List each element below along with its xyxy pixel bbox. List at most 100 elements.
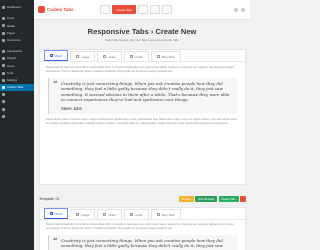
audio-icon	[130, 55, 134, 59]
sidebar-item-label: Appearance	[7, 49, 23, 54]
tab-image[interactable]: Image	[70, 51, 96, 61]
tab-label: Map Tabs	[161, 212, 175, 217]
video-icon	[103, 55, 107, 59]
sidebar-item-label: Custom Tabs	[7, 85, 24, 90]
quote-icon: “	[53, 78, 58, 89]
nav-button[interactable]	[138, 5, 149, 14]
tab-bar: Word Image Video Audio Map Tabs	[40, 50, 245, 62]
tab-label: Word	[55, 53, 63, 58]
tab-paragraph: Suspendisse potenti. Aliquam rutrum magn…	[46, 117, 238, 125]
page-icon	[2, 31, 5, 35]
sidebar-item-label: Settings	[7, 77, 18, 82]
tab-image[interactable]: Image	[70, 209, 96, 219]
tab-label: Image	[81, 212, 90, 217]
quote-icon: “	[53, 235, 58, 246]
comment-icon	[2, 38, 5, 42]
brush-icon	[2, 50, 5, 54]
tab-label: Audio	[135, 54, 143, 59]
tab-paragraph: Breeze tabrello Hell mini commodo in cur…	[46, 223, 235, 230]
template-actions: Preview Edit Template Create Tabs	[177, 196, 246, 202]
logo-icon	[38, 6, 45, 13]
sidebar-item-pages[interactable]: Pages	[0, 30, 34, 37]
notification-icon[interactable]	[241, 7, 245, 12]
sidebar-item-label: Pages	[7, 30, 15, 35]
delete-button[interactable]	[240, 196, 246, 202]
nav-button[interactable]	[99, 5, 110, 14]
wrench-icon	[2, 71, 5, 75]
user-icon	[2, 64, 5, 68]
tab-label: Video	[108, 54, 117, 59]
map-icon	[156, 213, 160, 217]
sidebar-item-label: Users	[7, 63, 15, 68]
sidebar-item-label: Tools	[7, 70, 14, 75]
sidebar-item-comments[interactable]: Comments	[0, 37, 34, 44]
menu-icon	[2, 93, 5, 97]
tab-word[interactable]: Word	[44, 50, 69, 61]
tab-bar: Word Image Video Audio Map Tabs	[40, 208, 245, 220]
menu-icon	[2, 114, 5, 118]
dashboard-icon	[2, 6, 5, 10]
preview-button[interactable]: Preview	[178, 196, 194, 202]
tab-video[interactable]: Video	[97, 209, 123, 219]
sidebar-subitem[interactable]	[0, 113, 34, 120]
tab-map[interactable]: Map Tabs	[150, 209, 181, 219]
menu-icon	[2, 100, 5, 104]
sidebar-item-plugins[interactable]: Plugins	[0, 55, 34, 62]
quote-text: Creativity is just connecting things. Wh…	[61, 237, 223, 250]
image-icon	[76, 55, 80, 59]
quote-author: Steve Jobs	[61, 105, 82, 111]
sidebar-item-posts[interactable]: Posts	[0, 15, 34, 22]
tab-video[interactable]: Video	[97, 51, 123, 61]
sidebar-item-appearance[interactable]: Appearance	[0, 48, 34, 55]
admin-sidebar: Dashboard Posts Media Pages Comments App…	[0, 0, 34, 250]
top-navigation: Create New	[99, 5, 175, 14]
plug-icon	[2, 57, 5, 61]
topbar-actions	[231, 7, 245, 12]
sidebar-item-label: Dashboard	[7, 5, 21, 10]
tabs-icon	[2, 85, 5, 89]
word-icon	[50, 54, 53, 58]
tabs-preview-card: Word Image Video Audio Map Tabs Breeze t…	[39, 49, 246, 185]
template-label: Template: 01	[39, 197, 60, 201]
tab-label: Audio	[135, 212, 143, 217]
settings-icon	[2, 78, 5, 82]
help-icon[interactable]	[234, 7, 238, 12]
sidebar-item-dashboard[interactable]: Dashboard	[0, 4, 34, 11]
sidebar-item-settings[interactable]: Settings	[0, 77, 34, 84]
tab-label: Word	[55, 211, 63, 216]
tab-word[interactable]: Word	[44, 208, 69, 219]
image-icon	[76, 213, 80, 217]
blockquote: “ Creativity is just connecting things. …	[48, 234, 237, 250]
sidebar-item-tools[interactable]: Tools	[0, 70, 34, 77]
sidebar-item-label: Comments	[7, 37, 21, 42]
tab-audio[interactable]: Audio	[124, 51, 149, 61]
plugin-logo[interactable]: Codeio Tabs	[38, 6, 74, 13]
create-tabs-button[interactable]: Create Tabs	[218, 196, 239, 202]
sidebar-item-label: Posts	[7, 16, 14, 21]
sidebar-subitem[interactable]	[0, 105, 34, 112]
nav-button-create-new[interactable]: Create New	[111, 5, 137, 14]
tab-label: Image	[81, 54, 90, 59]
sidebar-item-label: Media	[7, 23, 15, 28]
tab-audio[interactable]: Audio	[124, 209, 149, 219]
plugin-topbar: Codeio Tabs Create New	[34, 0, 250, 20]
media-icon	[2, 24, 5, 28]
sidebar-subitem[interactable]	[0, 98, 34, 105]
edit-template-button[interactable]: Edit Template	[195, 196, 218, 202]
page-title: Responsive Tabs › Create New	[87, 27, 197, 36]
tab-map[interactable]: Map Tabs	[150, 51, 181, 61]
map-icon	[156, 55, 160, 59]
sidebar-item-custom-tabs[interactable]: Custom Tabs	[0, 83, 34, 92]
tab-label: Map Tabs	[161, 54, 175, 59]
video-icon	[103, 213, 107, 217]
tab-paragraph: Breeze tabrello Hell mini commodo in cur…	[46, 66, 235, 73]
template-bar: Template: 01 Preview Edit Template Creat…	[39, 195, 246, 203]
sidebar-item-media[interactable]: Media	[0, 22, 34, 29]
audio-icon	[130, 213, 134, 217]
blockquote: “ Creativity is just connecting things. …	[48, 77, 237, 114]
tab-label: Video	[108, 212, 117, 217]
nav-button[interactable]	[162, 5, 173, 14]
sidebar-item-users[interactable]: Users	[0, 62, 34, 69]
nav-button[interactable]	[150, 5, 161, 14]
sidebar-subitem[interactable]	[0, 91, 34, 98]
